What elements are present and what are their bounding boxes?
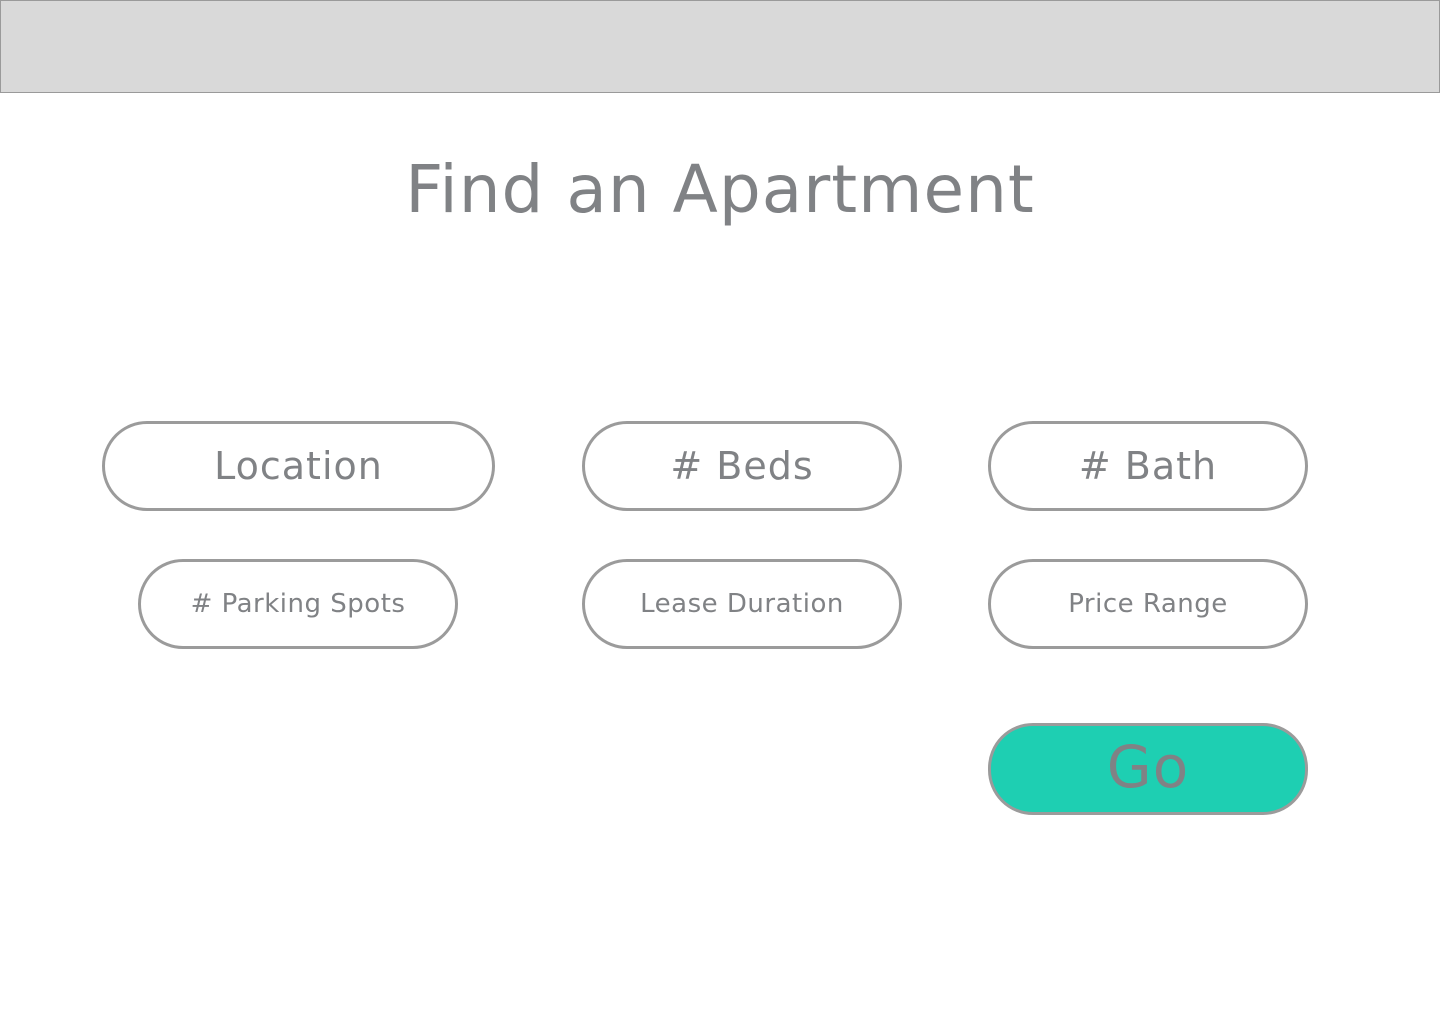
price-range-label: Price Range xyxy=(1068,589,1228,619)
parking-spots-label: # Parking Spots xyxy=(190,589,406,619)
beds-label: # Beds xyxy=(670,444,814,488)
location-label: Location xyxy=(214,444,383,488)
parking-spots-field[interactable]: # Parking Spots xyxy=(138,559,458,649)
lease-duration-label: Lease Duration xyxy=(640,589,844,619)
beds-field[interactable]: # Beds xyxy=(582,421,902,511)
price-range-field[interactable]: Price Range xyxy=(988,559,1308,649)
top-bar xyxy=(0,0,1440,93)
location-field[interactable]: Location xyxy=(102,421,495,511)
bath-field[interactable]: # Bath xyxy=(988,421,1308,511)
go-button[interactable]: Go xyxy=(988,723,1308,815)
go-label: Go xyxy=(1106,733,1190,801)
bath-label: # Bath xyxy=(1078,444,1218,488)
page-title: Find an Apartment xyxy=(405,151,1035,228)
lease-duration-field[interactable]: Lease Duration xyxy=(582,559,902,649)
